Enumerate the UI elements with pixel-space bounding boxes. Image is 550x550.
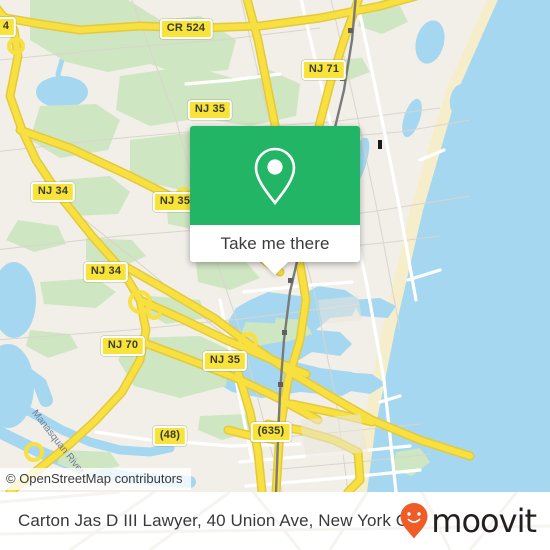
road-shield: NJ 35: [202, 351, 248, 371]
card-image-area: [190, 126, 360, 225]
road-shield: NJ 34: [30, 182, 76, 202]
osm-attribution[interactable]: © OpenStreetMap contributors: [0, 468, 191, 490]
road-shield: CR 524: [159, 19, 213, 39]
moovit-brand[interactable]: moovit: [399, 502, 537, 540]
road-shield: NJ 34: [83, 262, 129, 282]
road-shield: 4: [0, 17, 17, 37]
moovit-location-screenshot: 4 CR 524 NJ 71 NJ 35 NJ 34 NJ 35 NJ 34 N…: [0, 0, 550, 550]
map-pin-icon: [254, 147, 296, 205]
footer-bar: Carton Jas D III Lawyer, 40 Union Ave, N…: [0, 492, 550, 550]
road-shield: (48): [152, 426, 188, 446]
card-cta[interactable]: Take me there: [190, 225, 360, 262]
road-shield: NJ 35: [187, 100, 233, 120]
moovit-wordmark: moovit: [431, 502, 537, 540]
road-shield: NJ 70: [100, 336, 146, 356]
road-shield: (635): [250, 422, 292, 442]
location-callout-card[interactable]: Take me there: [190, 126, 360, 275]
road-shield: NJ 71: [301, 60, 347, 80]
page-title: Carton Jas D III Lawyer, 40 Union Ave, N…: [18, 511, 426, 530]
moovit-smiley-pin-icon: [400, 503, 428, 539]
map-canvas[interactable]: 4 CR 524 NJ 71 NJ 35 NJ 34 NJ 35 NJ 34 N…: [0, 0, 550, 492]
card-cta-label: Take me there: [220, 233, 330, 253]
callout-tail: [262, 262, 288, 275]
